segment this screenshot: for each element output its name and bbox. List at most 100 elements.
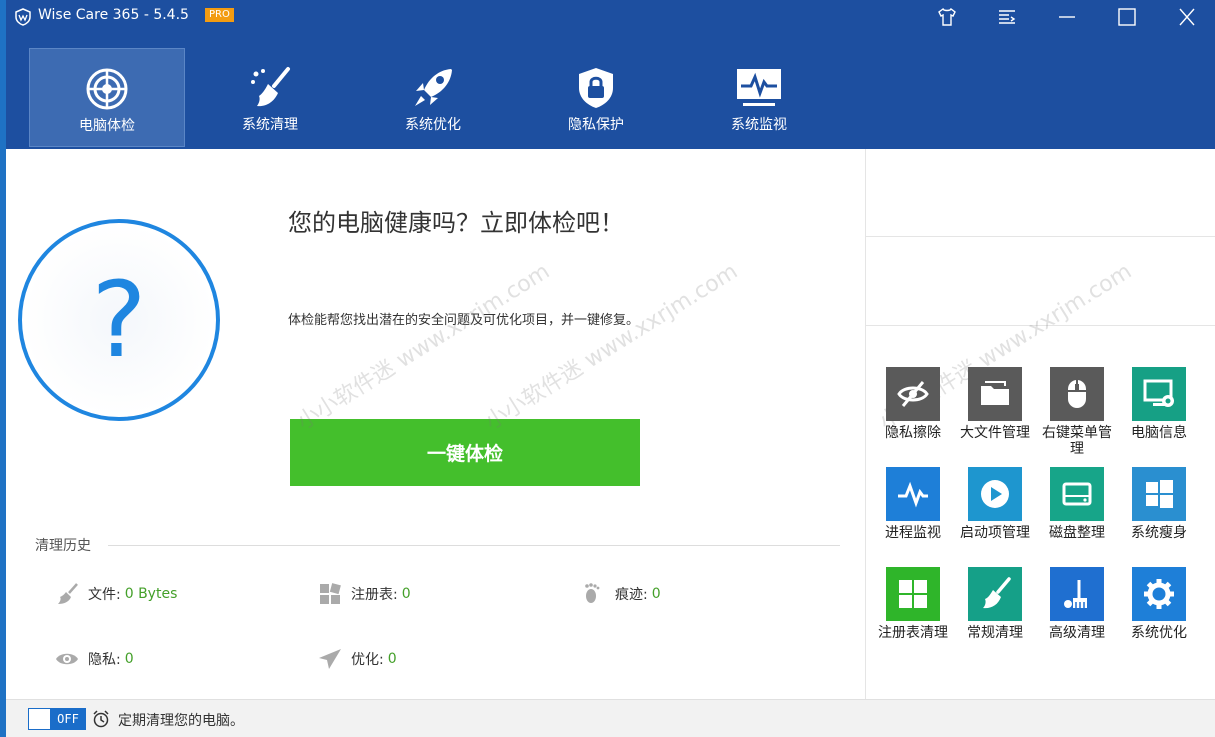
stat-files: 文件: 0 Bytes <box>54 581 177 607</box>
tool-computer-info[interactable]: 电脑信息 <box>1119 367 1199 441</box>
shirt-icon <box>938 8 956 26</box>
watermark: 小小软件迷 www.xxrjm.com <box>480 259 743 436</box>
tool-large-file-manager[interactable]: 大文件管理 <box>955 367 1035 441</box>
stat-optimize: 优化: 0 <box>317 646 397 672</box>
stat-registry: 注册表: 0 <box>317 581 411 607</box>
disk-icon <box>1062 482 1092 506</box>
app-logo-icon <box>15 8 31 26</box>
menu-button[interactable] <box>988 2 1026 32</box>
tab-system-monitor[interactable]: 系统监视 <box>681 48 837 147</box>
checkup-panel: ? 您的电脑健康吗？立即体检吧！ 体检能帮您找出潜在的安全问题及可优化项目，并一… <box>6 149 866 699</box>
tool-label: 进程监视 <box>885 525 941 541</box>
maximize-button[interactable] <box>1108 2 1146 32</box>
tab-label: 系统清理 <box>242 117 298 133</box>
tab-system-optimize[interactable]: 系统优化 <box>355 48 511 147</box>
tool-common-cleaner[interactable]: 常规清理 <box>955 567 1035 641</box>
tool-label: 启动项管理 <box>960 525 1030 541</box>
tool-label: 大文件管理 <box>960 425 1030 441</box>
folder-icon <box>981 381 1009 405</box>
rocket-icon <box>415 69 452 106</box>
tab-label: 隐私保护 <box>568 117 624 133</box>
tool-system-optimizer[interactable]: 系统优化 <box>1119 567 1199 641</box>
minimize-button[interactable] <box>1048 2 1086 32</box>
alarm-clock-icon <box>93 710 109 728</box>
health-status-circle: ? <box>18 219 220 421</box>
pro-badge: PRO <box>205 8 234 22</box>
tool-system-slimming[interactable]: 系统瘦身 <box>1119 467 1199 541</box>
tool-label: 高级清理 <box>1049 625 1105 641</box>
divider <box>108 545 840 546</box>
description-text: 体检能帮您找出潜在的安全问题及可优化项目，并一键修复。 <box>288 313 640 328</box>
tool-startup-manager[interactable]: 启动项管理 <box>955 467 1035 541</box>
stat-value: 0 <box>651 586 661 602</box>
footprint-icon <box>585 583 600 603</box>
maximize-icon <box>1118 8 1136 26</box>
play-icon <box>981 480 1009 508</box>
tool-advanced-cleaner[interactable]: 高级清理 <box>1037 567 1117 641</box>
menu-icon <box>999 10 1016 24</box>
headline: 您的电脑健康吗？立即体检吧！ <box>288 209 624 237</box>
tool-privacy-eraser[interactable]: 隐私擦除 <box>873 367 953 441</box>
stat-label: 注册表: <box>351 587 398 603</box>
tool-label: 常规清理 <box>967 625 1023 641</box>
mouse-icon <box>1068 380 1086 408</box>
stat-traces: 痕迹: 0 <box>581 581 661 607</box>
tool-disk-defrag[interactable]: 磁盘整理 <box>1037 467 1117 541</box>
tool-label: 右键菜单管理 <box>1042 425 1112 457</box>
tool-label: 系统优化 <box>1131 625 1187 641</box>
skin-button[interactable] <box>928 2 966 32</box>
tools-panel: 小小软件迷 www.xxrjm.com 隐私擦除 大文件管理 右键菜单管理 电脑… <box>865 149 1215 699</box>
stat-value: 0 <box>387 651 397 667</box>
close-button[interactable] <box>1168 2 1206 32</box>
tool-label: 电脑信息 <box>1131 425 1187 441</box>
paper-plane-icon <box>319 649 341 669</box>
watermark: 小小软件迷 www.xxrjm.com <box>292 259 555 436</box>
shield-lock-icon <box>579 68 613 108</box>
divider <box>866 325 1215 326</box>
broom-icon <box>983 577 1011 609</box>
app-window: Wise Care 365 - 5.4.5 PRO 电脑体检 系统清理 系统优化… <box>6 0 1215 737</box>
stat-label: 隐私: <box>88 652 121 668</box>
stat-label: 痕迹: <box>615 587 648 603</box>
tool-process-monitor[interactable]: 进程监视 <box>873 467 953 541</box>
tool-label: 磁盘整理 <box>1049 525 1105 541</box>
windows-icon <box>1146 480 1173 508</box>
schedule-toggle[interactable]: OFF <box>28 708 86 730</box>
tab-label: 系统优化 <box>405 117 461 133</box>
monitor-pulse-icon <box>737 69 781 106</box>
footer: OFF 定期清理您的电脑。 <box>6 699 1215 737</box>
stat-value: 0 Bytes <box>124 586 178 602</box>
tool-context-menu-manager[interactable]: 右键菜单管理 <box>1037 367 1117 457</box>
history-title: 清理历史 <box>35 538 91 554</box>
close-icon <box>1179 8 1195 26</box>
stat-label: 文件: <box>88 587 121 603</box>
tab-system-clean[interactable]: 系统清理 <box>192 48 348 147</box>
tab-privacy[interactable]: 隐私保护 <box>518 48 674 147</box>
gear-icon <box>1144 579 1174 609</box>
stat-value: 0 <box>401 586 411 602</box>
privacy-eraser-icon <box>897 381 929 407</box>
broom-icon <box>251 67 290 107</box>
header: Wise Care 365 - 5.4.5 PRO 电脑体检 系统清理 系统优化… <box>6 0 1215 149</box>
tab-checkup[interactable]: 电脑体检 <box>29 48 185 147</box>
stat-privacy: 隐私: 0 <box>54 646 134 672</box>
advanced-clean-icon <box>1064 580 1087 608</box>
radar-icon <box>86 68 128 110</box>
tab-label: 系统监视 <box>731 117 787 133</box>
title-bar: Wise Care 365 - 5.4.5 PRO <box>6 0 1215 34</box>
minimize-icon <box>1059 16 1075 18</box>
pulse-icon <box>898 481 928 508</box>
stat-label: 优化: <box>351 652 384 668</box>
toggle-knob <box>29 709 51 729</box>
registry-icon <box>320 583 341 604</box>
tool-label: 注册表清理 <box>878 625 948 641</box>
question-mark: ? <box>91 259 147 381</box>
tool-label: 隐私擦除 <box>885 425 941 441</box>
one-click-scan-button[interactable]: 一键体检 <box>290 419 640 486</box>
tool-label: 系统瘦身 <box>1131 525 1187 541</box>
computer-info-icon <box>1143 379 1174 407</box>
grid-icon <box>899 580 927 608</box>
stat-value: 0 <box>124 651 134 667</box>
tool-registry-cleaner[interactable]: 注册表清理 <box>873 567 953 641</box>
schedule-text: 定期清理您的电脑。 <box>118 713 244 729</box>
